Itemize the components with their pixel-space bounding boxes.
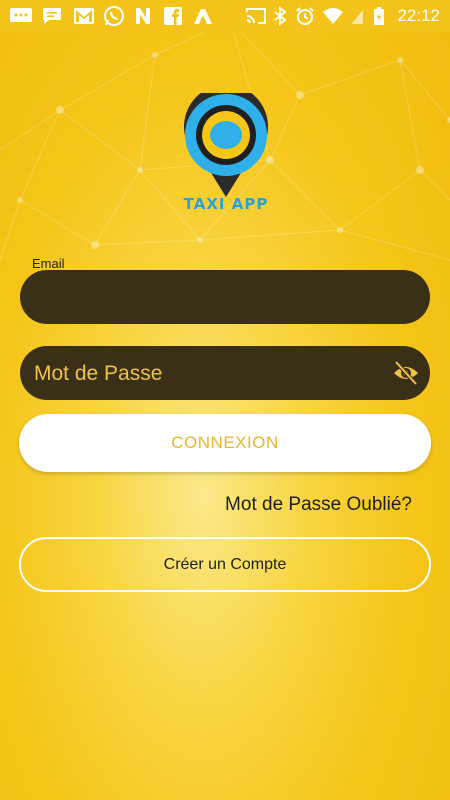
email-input[interactable] (32, 270, 396, 326)
message-icon (8, 6, 34, 26)
taxi-app-logo-icon (184, 93, 268, 197)
signal-icon (350, 6, 364, 26)
a-app-icon (192, 6, 214, 26)
email-field[interactable] (20, 270, 430, 326)
chat-icon (40, 6, 64, 26)
status-bar: 22:12 (0, 0, 450, 32)
status-time: 22:12 (397, 6, 440, 25)
logo-text: TAXI APP (183, 195, 269, 213)
forgot-password-link[interactable]: Mot de Passe Oublié? (225, 494, 412, 516)
bluetooth-icon (272, 6, 288, 26)
password-field[interactable] (20, 346, 430, 402)
create-account-button[interactable]: Créer un Compte (19, 537, 431, 592)
battery-charging-icon (372, 6, 386, 26)
gmail-icon (72, 6, 96, 26)
n-app-icon (132, 6, 154, 26)
login-button[interactable]: CONNEXION (19, 414, 431, 472)
wifi-icon (322, 6, 344, 26)
cast-icon (244, 6, 268, 26)
visibility-off-icon[interactable] (392, 359, 420, 387)
whatsapp-icon (102, 6, 126, 26)
facebook-icon (162, 6, 184, 26)
alarm-icon (294, 6, 316, 26)
password-input[interactable] (32, 346, 396, 402)
